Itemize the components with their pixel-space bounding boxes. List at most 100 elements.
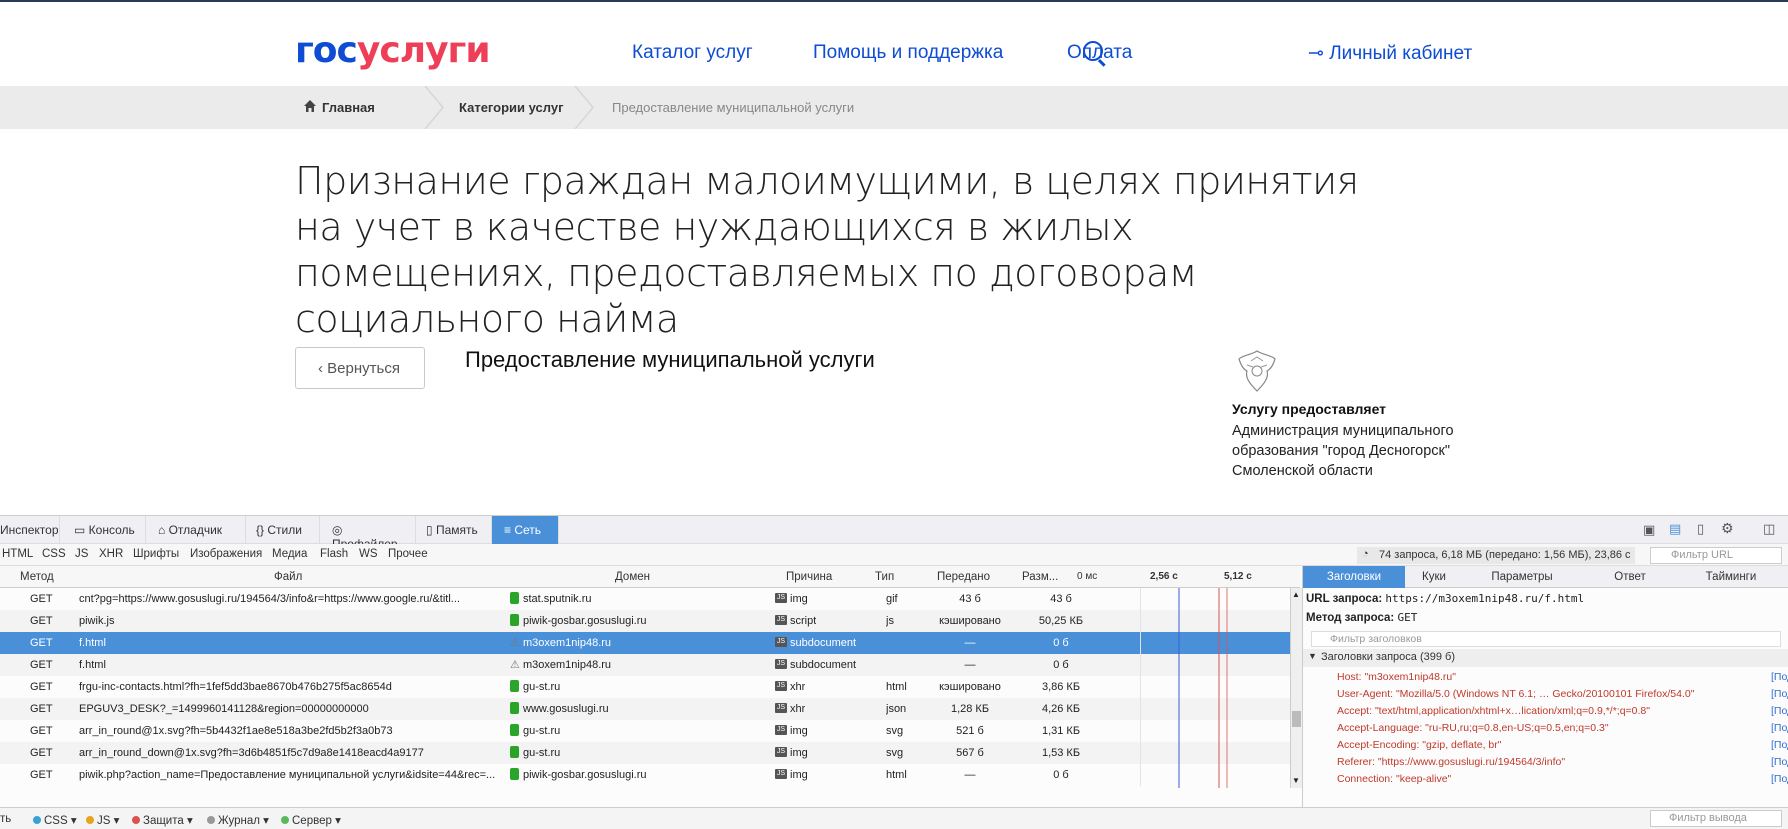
filter-console-css[interactable]: CSS ▾ — [33, 813, 77, 827]
tab-headers[interactable]: Заголовки — [1303, 566, 1405, 588]
col-file[interactable]: Файл — [274, 571, 302, 583]
col-cause[interactable]: Причина — [786, 571, 832, 583]
request-details: Заголовки Куки Параметры Ответ Тайминги … — [1302, 566, 1788, 807]
back-button[interactable]: ‹ Вернуться — [295, 347, 425, 389]
request-domain: stat.sputnik.ru — [523, 593, 592, 605]
personal-cabinet-link[interactable]: ⊸ Личный кабинет — [1308, 42, 1472, 65]
filter-xhr[interactable]: XHR — [99, 548, 123, 560]
header-learn-more-link[interactable]: [Под — [1771, 739, 1788, 751]
filter-media[interactable]: Медиа — [272, 548, 307, 560]
request-header-line: Connection: "keep-alive" — [1337, 773, 1452, 785]
breadcrumb-home[interactable]: Главная — [322, 100, 375, 115]
request-domain: m3oxem1nip48.ru — [523, 659, 612, 671]
headers-filter-input[interactable]: Фильтр заголовков — [1311, 631, 1781, 647]
request-file: frgu-inc-contacts.html?fh=1fef5dd3bae867… — [79, 681, 392, 693]
filter-images[interactable]: Изображения — [190, 548, 262, 560]
tab-memory[interactable]: ▯ Память — [416, 516, 492, 544]
request-row[interactable]: GET EPGUV3_DESK?_=1499960141128&region=00… — [0, 698, 1290, 720]
filter-net[interactable]: ть — [0, 813, 11, 825]
request-method: Метод запроса: GET — [1306, 611, 1418, 624]
tab-inspector[interactable]: Инспектор — [0, 516, 60, 544]
header-learn-more-link[interactable]: [Под — [1771, 705, 1788, 717]
filter-security[interactable]: Защита ▾ — [132, 813, 193, 827]
split-console-icon[interactable]: ▤ — [1669, 521, 1681, 537]
lock-icon — [510, 614, 519, 626]
filter-fonts[interactable]: Шрифты — [133, 548, 179, 560]
tab-cookies[interactable]: Куки — [1405, 566, 1463, 588]
col-type[interactable]: Тип — [875, 571, 894, 583]
tab-debugger[interactable]: ⌂ Отладчик — [146, 516, 246, 544]
gosuslugi-logo[interactable]: госуслуги — [295, 30, 491, 71]
header-learn-more-link[interactable]: [Под — [1771, 773, 1788, 785]
filter-log[interactable]: Журнал ▾ — [207, 813, 269, 827]
performance-icon[interactable]: ◔ — [1362, 548, 1369, 560]
tab-network[interactable]: ≡ Сеть — [492, 516, 559, 544]
header-learn-more-link[interactable]: [Под — [1771, 722, 1788, 734]
header-learn-more-link[interactable]: [Под — [1771, 671, 1788, 683]
filter-html[interactable]: HTML — [2, 548, 33, 560]
breadcrumb-categories[interactable]: Категории услуг — [459, 100, 564, 115]
filter-ws[interactable]: WS — [359, 548, 378, 560]
tab-params[interactable]: Параметры — [1463, 566, 1581, 588]
filter-js[interactable]: JS — [75, 548, 88, 560]
nav-help[interactable]: Помощь и поддержка — [813, 42, 1003, 64]
request-file: EPGUV3_DESK?_=1499960141128&region=00000… — [79, 703, 369, 715]
request-method: GET — [30, 615, 53, 627]
col-transferred[interactable]: Передано — [937, 571, 990, 583]
request-row[interactable]: GET f.html m3oxem1nip48.ru subdocument — 0 б ⚠… — [0, 632, 1290, 654]
filter-css[interactable]: CSS — [42, 548, 66, 560]
gear-icon[interactable]: ⚙ — [1721, 520, 1734, 537]
col-domain[interactable]: Домен — [615, 571, 650, 583]
request-row[interactable]: GET cnt?pg=https://www.gosuslugi.ru/19456… — [0, 588, 1290, 610]
breadcrumb-separator — [574, 86, 594, 129]
js-cause-icon: JS — [775, 659, 787, 669]
dock-icon[interactable]: ▣ — [1643, 522, 1655, 538]
tab-timings[interactable]: Тайминги — [1679, 566, 1783, 588]
request-method: GET — [30, 769, 53, 781]
search-icon[interactable] — [1083, 41, 1103, 61]
request-type: html — [886, 769, 907, 781]
col-method[interactable]: Метод — [20, 571, 54, 583]
request-cause: subdocument — [790, 659, 857, 671]
col-size[interactable]: Разм... — [1022, 571, 1058, 583]
request-row[interactable]: GET arr_in_round_down@1x.svg?fh=3d6b4851f… — [0, 742, 1290, 764]
tab-styles[interactable]: {} Стили — [246, 516, 320, 544]
filter-server[interactable]: Сервер ▾ — [281, 813, 341, 827]
filter-flash[interactable]: Flash — [320, 548, 348, 560]
filter-console-js[interactable]: JS ▾ — [86, 813, 119, 827]
request-header-line: Referer: "https://www.gosuslugi.ru/19456… — [1337, 756, 1566, 768]
request-file: piwik.php?action_name=Предоставление мун… — [79, 769, 496, 781]
request-row[interactable]: GET piwik.js piwik-gosbar.gosuslugi.ru scri… — [0, 610, 1290, 632]
output-filter-input[interactable]: Фильтр вывода — [1650, 810, 1782, 827]
chevron-left-icon: ‹ — [318, 360, 328, 377]
request-method: GET — [30, 681, 53, 693]
provider-name: Администрация муниципального образования… — [1232, 423, 1454, 479]
breadcrumb: Главная Категории услуг Предоставление м… — [0, 86, 1788, 129]
request-row[interactable]: GET f.html m3oxem1nip48.ru subdocument — 0 б ⚠… — [0, 654, 1290, 676]
scroll-thumb[interactable] — [1292, 711, 1301, 727]
responsive-icon[interactable]: ▯ — [1697, 521, 1704, 537]
request-method: GET — [30, 637, 53, 649]
tab-profiler[interactable]: ◎ Профайлер — [320, 516, 416, 551]
lock-icon — [510, 768, 519, 780]
request-size: 3,86 КБ — [1041, 681, 1081, 693]
url-filter-input[interactable]: Фильтр URL — [1650, 547, 1782, 564]
page-title: Признание граждан малоимущими, в целях п… — [295, 159, 1359, 341]
request-headers-section[interactable]: ▼ Заголовки запроса (399 б) — [1303, 649, 1788, 667]
scroll-up-icon[interactable]: ▲ — [1292, 590, 1300, 599]
warning-icon: ⚠ — [510, 659, 520, 671]
header-learn-more-link[interactable]: [Под — [1771, 756, 1788, 768]
nav-catalog[interactable]: Каталог услуг — [632, 42, 753, 64]
header-learn-more-link[interactable]: [Под — [1771, 688, 1788, 700]
request-row[interactable]: GET arr_in_round@1x.svg?fh=5b4432f1ae8e51… — [0, 720, 1290, 742]
tab-console[interactable]: ▭ Консоль — [60, 516, 146, 544]
request-file: f.html — [79, 659, 106, 671]
filter-other[interactable]: Прочее — [388, 548, 428, 560]
request-row[interactable]: GET piwik.php?action_name=Предоставление … — [0, 764, 1290, 786]
sidebar-toggle-icon[interactable]: ◫ — [1763, 521, 1775, 537]
requests-scrollbar[interactable]: ▲ ▼ — [1290, 588, 1302, 788]
request-row[interactable]: GET frgu-inc-contacts.html?fh=1fef5dd3bae… — [0, 676, 1290, 698]
tab-response[interactable]: Ответ — [1581, 566, 1679, 588]
scroll-down-icon[interactable]: ▼ — [1292, 776, 1300, 785]
js-cause-icon: JS — [775, 747, 787, 757]
